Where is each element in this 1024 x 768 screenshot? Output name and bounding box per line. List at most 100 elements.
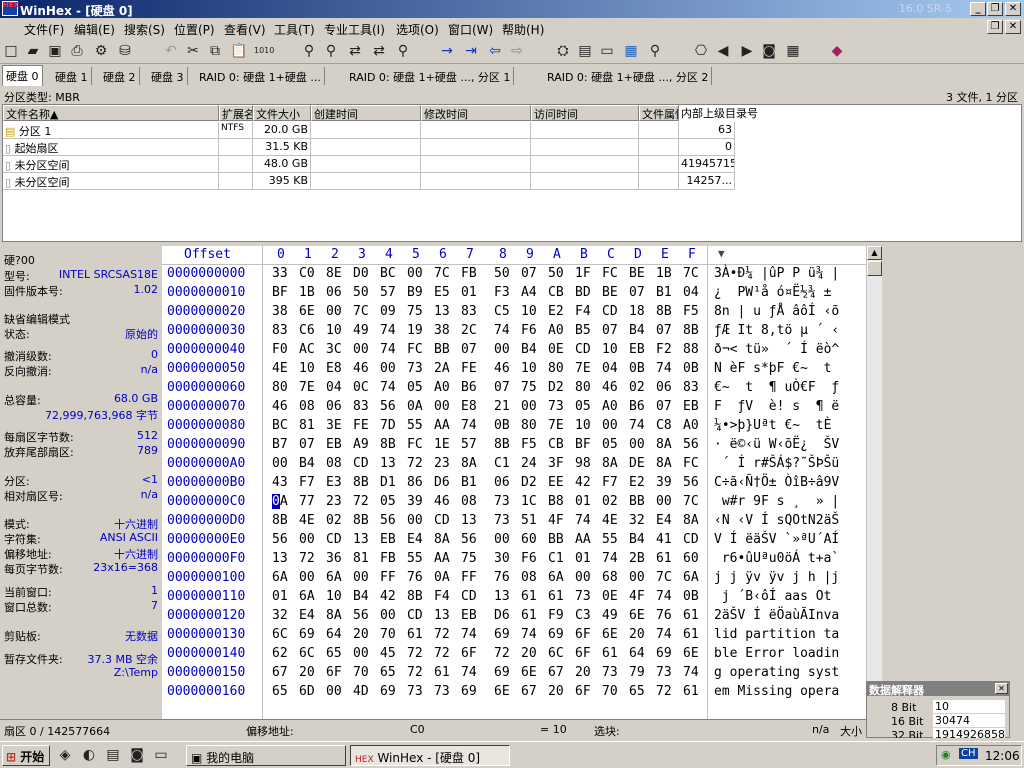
hex-byte[interactable]: 6D — [299, 684, 315, 699]
hex-byte[interactable]: 8A — [326, 608, 342, 623]
hex-byte[interactable]: 7C — [434, 266, 450, 281]
hex-byte[interactable]: 00 — [353, 570, 369, 585]
hex-byte[interactable]: 46 — [353, 361, 369, 376]
hex-byte[interactable]: 79 — [629, 665, 645, 680]
goto-sector-icon[interactable]: ⇥ — [462, 42, 480, 60]
quicklaunch-icon[interactable]: ◈ — [56, 746, 74, 764]
hex-byte[interactable]: 74 — [656, 361, 672, 376]
hex-byte[interactable]: 7E — [548, 418, 564, 433]
hex-byte[interactable]: C6 — [299, 323, 315, 338]
hex-byte[interactable]: 33 — [272, 266, 288, 281]
hex-byte[interactable]: F4 — [434, 589, 450, 604]
hex-byte[interactable]: 72 — [434, 627, 450, 642]
hex-byte[interactable]: 73 — [602, 665, 618, 680]
hex-byte[interactable]: D2 — [548, 380, 564, 395]
hex-byte[interactable]: A0 — [602, 399, 618, 414]
hex-row[interactable]: 00000000C0 0A 77 23 72 05 39 46 08 73 1C B8 01 02 BB 00… — [162, 494, 866, 513]
hex-byte[interactable]: 13 — [494, 589, 510, 604]
hex-byte[interactable]: 70 — [353, 665, 369, 680]
hex-byte[interactable]: 00 — [353, 646, 369, 661]
hex-byte[interactable]: 6E — [629, 608, 645, 623]
hex-byte[interactable]: E8 — [326, 361, 342, 376]
hex-byte[interactable]: 8B — [272, 513, 288, 528]
hex-byte[interactable]: 4F — [548, 513, 564, 528]
hex-byte[interactable]: B9 — [407, 285, 423, 300]
hex-byte[interactable]: 05 — [380, 494, 396, 509]
hex-byte[interactable]: C8 — [656, 418, 672, 433]
hex-byte[interactable]: F3 — [494, 285, 510, 300]
hex-byte[interactable]: 06 — [656, 380, 672, 395]
hex-byte[interactable]: E2 — [548, 304, 564, 319]
hex-row[interactable]: 00000000E0 56 00 CD 13 EB E4 8A 56 00 60 BB AA 55 B4 41… — [162, 532, 866, 551]
child-close-button[interactable]: ✕ — [1005, 20, 1021, 34]
hex-byte[interactable]: DE — [629, 456, 645, 471]
tab-disk-1[interactable]: 硬盘 1 — [52, 67, 92, 85]
hex-byte[interactable]: 07 — [629, 285, 645, 300]
hex-byte[interactable]: EB — [683, 399, 699, 414]
interp-8bit-value[interactable]: 10 — [933, 700, 1005, 713]
tab-disk-2[interactable]: 硬盘 2 — [100, 67, 140, 85]
hex-byte[interactable]: 74 — [602, 551, 618, 566]
col-header-ext[interactable]: 扩展名 — [219, 105, 253, 121]
hex-row[interactable]: 0000000050 4E 10 E8 46 00 73 2A FE 46 10 80 7E 04 0B 74… — [162, 361, 866, 380]
print-icon[interactable]: ⎙ — [68, 42, 86, 60]
interp-16bit-value[interactable]: 30474 — [933, 714, 1005, 727]
hex-byte[interactable]: BB — [548, 532, 564, 547]
hex-byte[interactable]: 61 — [521, 589, 537, 604]
hex-byte[interactable]: 6F — [575, 684, 591, 699]
hex-byte[interactable]: 0E — [548, 342, 564, 357]
hex-byte[interactable]: BC — [272, 418, 288, 433]
hex-byte[interactable]: 01 — [272, 589, 288, 604]
hex-byte[interactable]: 20 — [521, 646, 537, 661]
hex-byte[interactable]: 3F — [548, 456, 564, 471]
hex-byte[interactable]: 00 — [575, 570, 591, 585]
hex-byte[interactable]: 74 — [575, 513, 591, 528]
hex-byte[interactable]: 8B — [380, 437, 396, 452]
hex-byte[interactable]: 4D — [353, 684, 369, 699]
hex-byte[interactable]: 7D — [380, 418, 396, 433]
hex-byte[interactable]: EB — [629, 342, 645, 357]
save-icon[interactable]: ▣ — [46, 42, 64, 60]
menu-options[interactable]: 选项(O) — [396, 21, 439, 38]
hex-byte[interactable]: 55 — [407, 551, 423, 566]
hex-byte[interactable]: 20 — [548, 684, 564, 699]
scroll-up-icon[interactable]: ▲ — [867, 246, 882, 260]
hex-byte[interactable]: 80 — [272, 380, 288, 395]
hex-byte[interactable]: EE — [548, 475, 564, 490]
snapshot-icon[interactable]: ⎔ — [692, 42, 710, 60]
new-file-icon[interactable]: □ — [2, 42, 20, 60]
hex-byte[interactable]: 60 — [683, 551, 699, 566]
hex-byte[interactable]: 69 — [461, 684, 477, 699]
menu-search[interactable]: 搜索(S) — [124, 21, 165, 38]
hex-byte[interactable]: 60 — [521, 532, 537, 547]
find-hex-icon[interactable]: ⚲ — [322, 42, 340, 60]
hex-byte[interactable]: 6C — [299, 646, 315, 661]
hex-byte[interactable]: EB — [326, 437, 342, 452]
hex-byte[interactable]: 13 — [380, 456, 396, 471]
hex-byte[interactable]: 10 — [602, 342, 618, 357]
hex-byte[interactable]: 6F — [326, 665, 342, 680]
hex-byte[interactable]: 57 — [461, 437, 477, 452]
hex-byte[interactable]: 6A — [326, 570, 342, 585]
quicklaunch-icon[interactable]: ▤ — [104, 746, 122, 764]
hex-byte[interactable]: 02 — [602, 494, 618, 509]
hex-byte[interactable]: 13 — [434, 608, 450, 623]
hex-byte[interactable]: 72 — [407, 665, 423, 680]
hex-byte[interactable]: 3E — [326, 418, 342, 433]
hex-byte[interactable]: 61 — [548, 589, 564, 604]
hex-byte[interactable]: 72 — [656, 684, 672, 699]
properties-icon[interactable]: ⚙ — [92, 42, 110, 60]
hex-byte[interactable]: 07 — [656, 323, 672, 338]
hex-byte[interactable]: D2 — [521, 475, 537, 490]
hex-byte[interactable]: FC — [407, 342, 423, 357]
prev-icon[interactable]: ◀ — [714, 42, 732, 60]
hex-byte[interactable]: FF — [380, 570, 396, 585]
menu-help[interactable]: 帮助(H) — [502, 21, 544, 38]
hex-byte[interactable]: 18 — [629, 304, 645, 319]
hex-byte[interactable]: 07 — [602, 323, 618, 338]
maximize-button[interactable]: ❐ — [987, 2, 1003, 16]
hex-byte[interactable]: 67 — [521, 684, 537, 699]
hex-byte[interactable]: CD — [326, 532, 342, 547]
hex-byte[interactable]: 00 — [353, 342, 369, 357]
hex-byte[interactable]: D1 — [380, 475, 396, 490]
